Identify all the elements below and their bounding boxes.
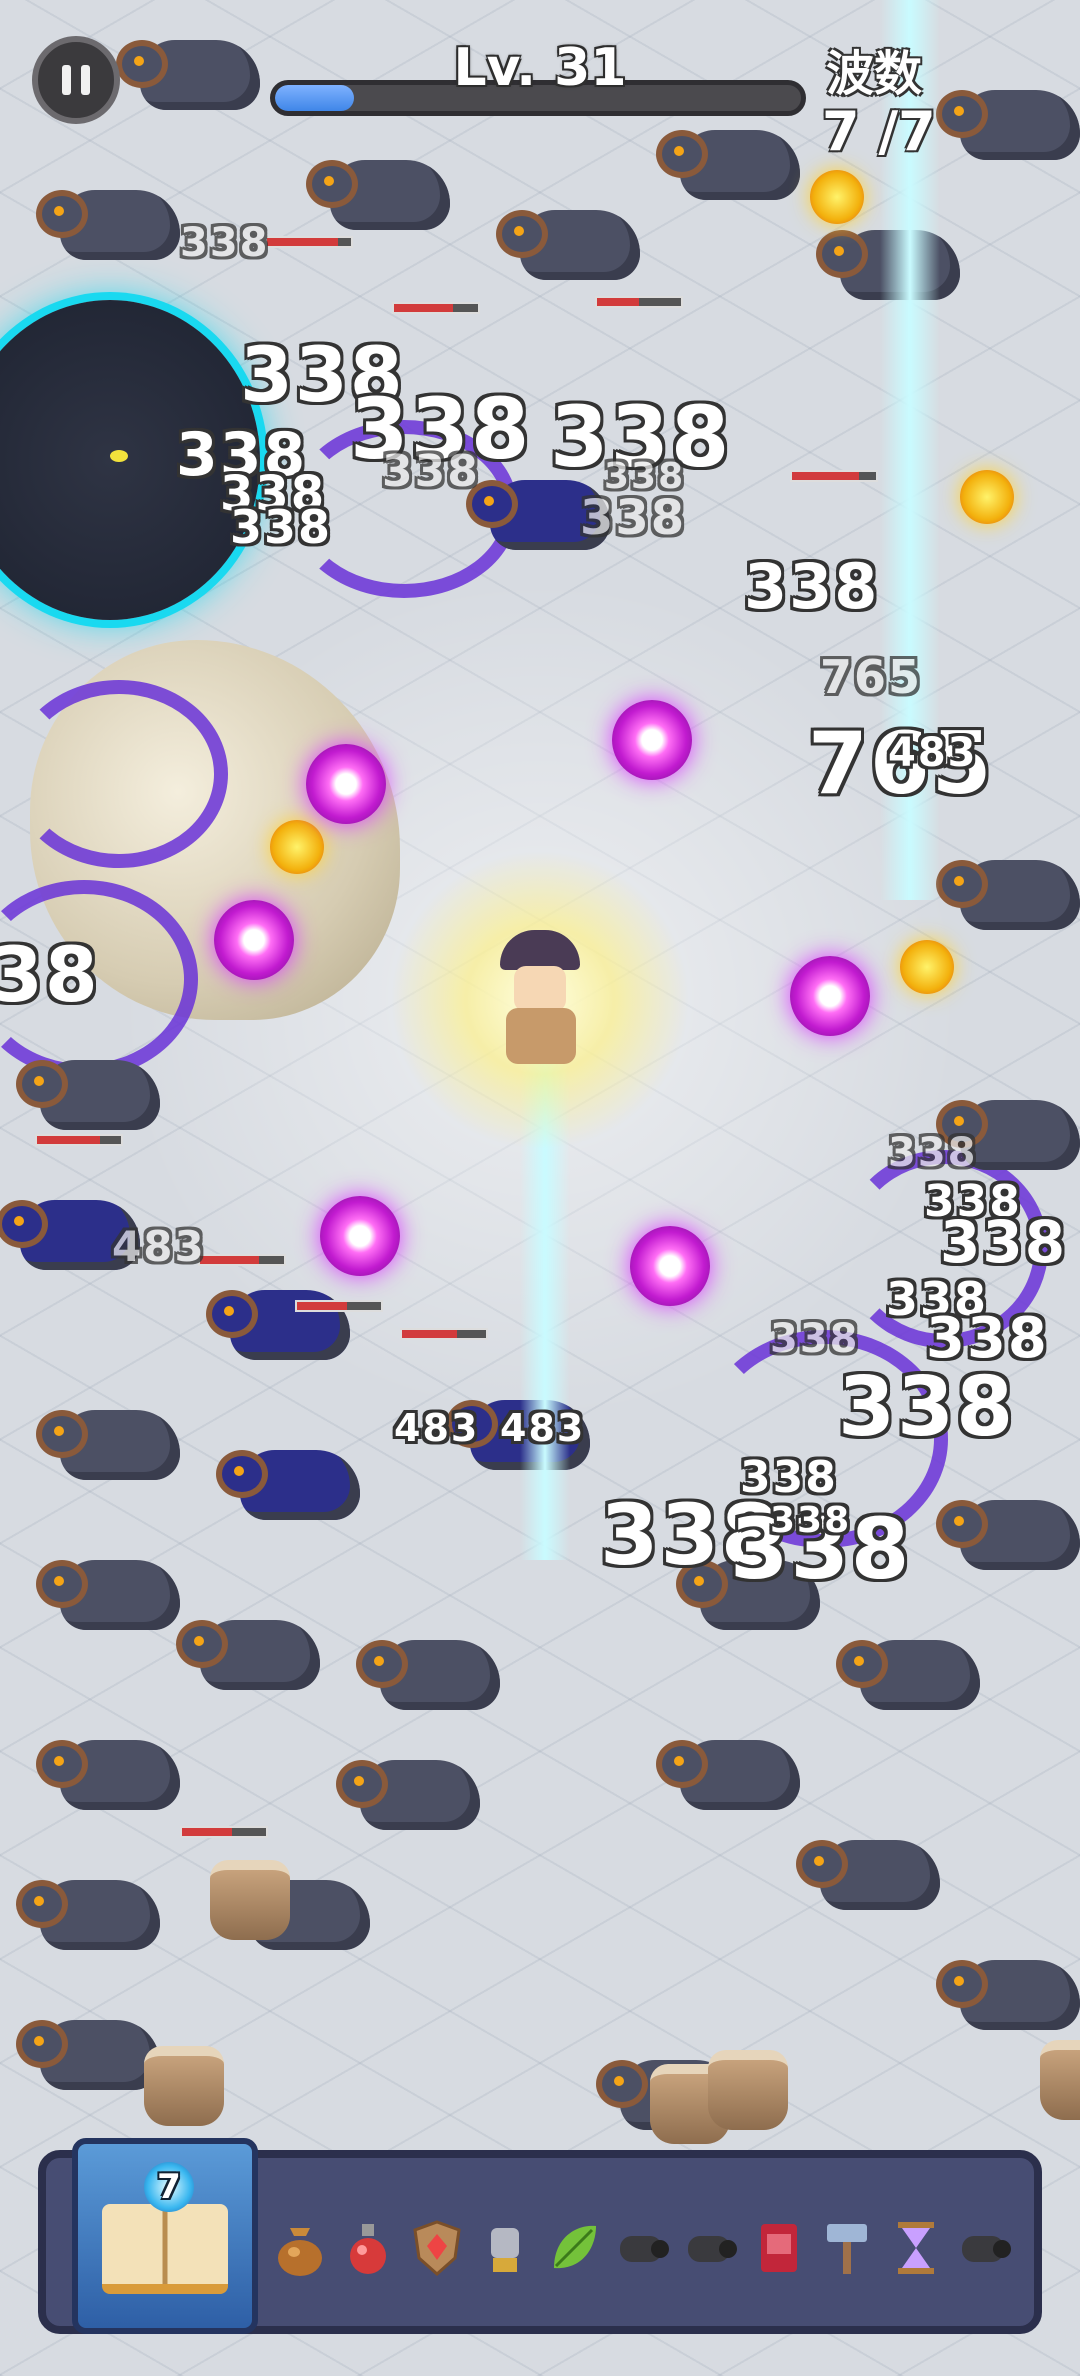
- enemy-hp-bar: [790, 470, 878, 482]
- enemy-hp-bar: [392, 302, 480, 314]
- damage-number: 483: [500, 1406, 586, 1450]
- enemy-hp-bar: [595, 296, 683, 308]
- cat-enemy: [42, 1410, 180, 1480]
- cat-enemy: [22, 2020, 160, 2090]
- potion-flask-icon[interactable]: [340, 2218, 396, 2278]
- cat-enemy: [942, 1960, 1080, 2030]
- cannon-icon[interactable]: [956, 2218, 1012, 2278]
- hourglass-icon[interactable]: [888, 2218, 944, 2278]
- pause-icon: [81, 65, 90, 95]
- damage-number: 765: [820, 650, 923, 704]
- battle-arena: 338 338 338 338 338 338 338 338 338 338 …: [0, 0, 1080, 2376]
- open-book-icon: [102, 2204, 228, 2294]
- leaf-icon[interactable]: [546, 2218, 602, 2278]
- coin-bag-icon[interactable]: [272, 2218, 328, 2278]
- meteor-effect: [960, 470, 1014, 524]
- cat-enemy: [222, 1450, 360, 1520]
- cat-enemy: [22, 1060, 160, 1130]
- enemy-hp-bar: [198, 1254, 286, 1266]
- cat-enemy: [42, 190, 180, 260]
- enemy-hp-bar: [35, 1134, 123, 1146]
- cannon-icon[interactable]: [682, 2218, 738, 2278]
- boss-eye: [110, 450, 128, 462]
- cat-enemy: [22, 1880, 160, 1950]
- magic-orb: [320, 1196, 400, 1276]
- damage-number: 483: [888, 730, 978, 776]
- breakable-pot: [708, 2050, 788, 2130]
- damage-number: 338: [580, 490, 687, 546]
- book-level-gem: 7: [144, 2162, 194, 2212]
- damage-number: 338: [940, 1208, 1068, 1276]
- cat-enemy: [42, 1560, 180, 1630]
- hammer-icon[interactable]: [819, 2218, 875, 2278]
- damage-number: 338: [382, 446, 480, 497]
- cat-enemy: [502, 210, 640, 280]
- cannon-icon[interactable]: [614, 2218, 670, 2278]
- damage-number: 483: [112, 1222, 206, 1271]
- cat-enemy: [942, 1500, 1080, 1570]
- meteor-effect: [810, 170, 864, 224]
- meteor-effect: [900, 940, 954, 994]
- shield-icon[interactable]: [409, 2218, 465, 2278]
- damage-number: 338: [838, 1360, 1016, 1455]
- magic-orb: [612, 700, 692, 780]
- damage-number: 38: [0, 930, 100, 1019]
- cat-enemy: [312, 160, 450, 230]
- player-robe: [506, 1008, 576, 1064]
- meteor-effect: [270, 820, 324, 874]
- damage-number: 338: [770, 1316, 860, 1362]
- damage-number: 338: [230, 500, 333, 554]
- cat-enemy: [182, 1620, 320, 1690]
- vortex-effect: [10, 680, 228, 868]
- magic-orb: [214, 900, 294, 980]
- cat-enemy: [122, 40, 260, 110]
- cat-enemy: [802, 1840, 940, 1910]
- breakable-pot: [210, 1860, 290, 1940]
- pause-icon: [62, 65, 71, 95]
- level-label: Lv. 31: [453, 38, 627, 98]
- magic-orb: [306, 744, 386, 824]
- cat-enemy: [942, 90, 1080, 160]
- skill-items: [272, 2208, 1012, 2288]
- cat-enemy: [942, 860, 1080, 930]
- enemy-hp-bar: [180, 1826, 268, 1838]
- damage-number: 483: [394, 1406, 480, 1450]
- player-witch: [390, 850, 690, 1150]
- magic-orb: [630, 1226, 710, 1306]
- damage-number: 338: [180, 220, 270, 266]
- spellbook-button[interactable]: 7: [72, 2138, 258, 2334]
- magic-orb: [790, 956, 870, 1036]
- breakable-pot: [144, 2046, 224, 2126]
- cat-enemy: [662, 1740, 800, 1810]
- player-face: [514, 966, 566, 1012]
- book-count: 7: [157, 2167, 181, 2207]
- wave-count: 7 /7: [822, 100, 936, 163]
- cat-enemy: [662, 130, 800, 200]
- pause-button[interactable]: [32, 36, 120, 124]
- damage-number: 338: [744, 550, 880, 623]
- damage-number: 338: [888, 1130, 978, 1176]
- spellbook-icon[interactable]: [751, 2218, 807, 2278]
- cat-enemy: [42, 1740, 180, 1810]
- cat-enemy: [362, 1640, 500, 1710]
- gauntlet-icon[interactable]: [477, 2218, 533, 2278]
- cat-enemy: [842, 1640, 980, 1710]
- breakable-pot: [1040, 2040, 1080, 2120]
- enemy-hp-bar: [265, 236, 353, 248]
- damage-number: 338: [770, 1500, 852, 1541]
- experience-fill: [275, 85, 354, 111]
- wave-label: 波数: [826, 46, 923, 102]
- enemy-hp-bar: [295, 1300, 383, 1312]
- cat-enemy: [942, 1100, 1080, 1170]
- cat-enemy: [342, 1760, 480, 1830]
- enemy-hp-bar: [400, 1328, 488, 1340]
